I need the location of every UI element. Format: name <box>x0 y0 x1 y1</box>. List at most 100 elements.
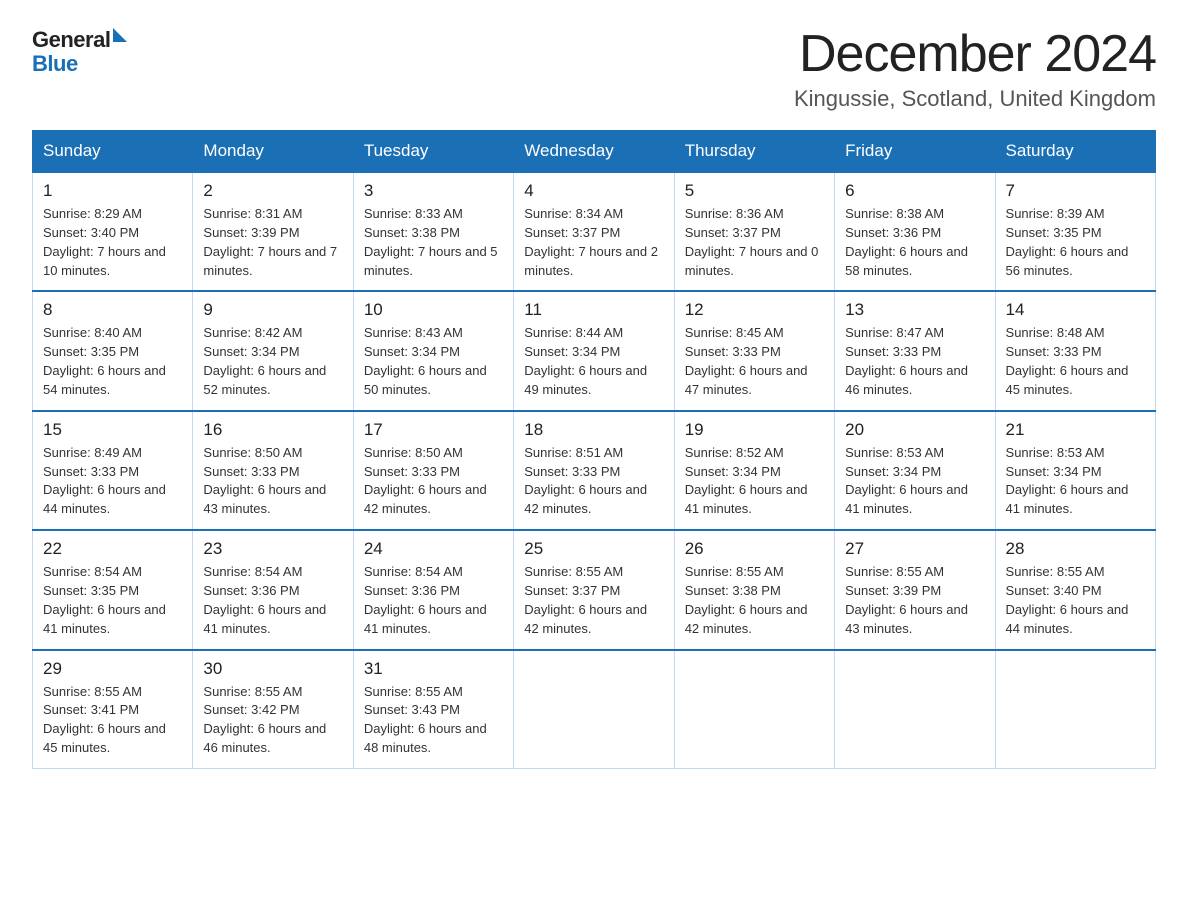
header-day-tuesday: Tuesday <box>353 131 513 173</box>
calendar-cell: 9 Sunrise: 8:42 AMSunset: 3:34 PMDayligh… <box>193 291 353 410</box>
calendar-cell: 17 Sunrise: 8:50 AMSunset: 3:33 PMDaylig… <box>353 411 513 530</box>
day-number: 1 <box>43 181 182 201</box>
calendar-cell: 12 Sunrise: 8:45 AMSunset: 3:33 PMDaylig… <box>674 291 834 410</box>
day-info: Sunrise: 8:55 AMSunset: 3:40 PMDaylight:… <box>1006 563 1145 638</box>
logo-blue: Blue <box>32 52 78 76</box>
day-number: 19 <box>685 420 824 440</box>
page-header: General Blue December 2024 Kingussie, Sc… <box>32 24 1156 112</box>
day-info: Sunrise: 8:29 AMSunset: 3:40 PMDaylight:… <box>43 205 182 280</box>
day-number: 16 <box>203 420 342 440</box>
day-info: Sunrise: 8:54 AMSunset: 3:35 PMDaylight:… <box>43 563 182 638</box>
day-number: 20 <box>845 420 984 440</box>
day-number: 17 <box>364 420 503 440</box>
day-number: 11 <box>524 300 663 320</box>
calendar-title: December 2024 <box>794 24 1156 84</box>
day-info: Sunrise: 8:54 AMSunset: 3:36 PMDaylight:… <box>364 563 503 638</box>
day-info: Sunrise: 8:33 AMSunset: 3:38 PMDaylight:… <box>364 205 503 280</box>
calendar-cell: 13 Sunrise: 8:47 AMSunset: 3:33 PMDaylig… <box>835 291 995 410</box>
calendar-week-row: 22 Sunrise: 8:54 AMSunset: 3:35 PMDaylig… <box>33 530 1156 649</box>
day-info: Sunrise: 8:40 AMSunset: 3:35 PMDaylight:… <box>43 324 182 399</box>
calendar-cell: 21 Sunrise: 8:53 AMSunset: 3:34 PMDaylig… <box>995 411 1155 530</box>
day-number: 21 <box>1006 420 1145 440</box>
day-info: Sunrise: 8:39 AMSunset: 3:35 PMDaylight:… <box>1006 205 1145 280</box>
header-day-wednesday: Wednesday <box>514 131 674 173</box>
calendar-cell: 25 Sunrise: 8:55 AMSunset: 3:37 PMDaylig… <box>514 530 674 649</box>
calendar-cell: 1 Sunrise: 8:29 AMSunset: 3:40 PMDayligh… <box>33 172 193 291</box>
day-info: Sunrise: 8:55 AMSunset: 3:39 PMDaylight:… <box>845 563 984 638</box>
header-day-monday: Monday <box>193 131 353 173</box>
day-number: 15 <box>43 420 182 440</box>
day-info: Sunrise: 8:49 AMSunset: 3:33 PMDaylight:… <box>43 444 182 519</box>
calendar-cell: 4 Sunrise: 8:34 AMSunset: 3:37 PMDayligh… <box>514 172 674 291</box>
calendar-cell: 31 Sunrise: 8:55 AMSunset: 3:43 PMDaylig… <box>353 650 513 769</box>
calendar-cell: 19 Sunrise: 8:52 AMSunset: 3:34 PMDaylig… <box>674 411 834 530</box>
calendar-header-row: SundayMondayTuesdayWednesdayThursdayFrid… <box>33 131 1156 173</box>
day-info: Sunrise: 8:55 AMSunset: 3:38 PMDaylight:… <box>685 563 824 638</box>
day-number: 12 <box>685 300 824 320</box>
day-number: 13 <box>845 300 984 320</box>
day-info: Sunrise: 8:36 AMSunset: 3:37 PMDaylight:… <box>685 205 824 280</box>
day-number: 3 <box>364 181 503 201</box>
calendar-cell: 18 Sunrise: 8:51 AMSunset: 3:33 PMDaylig… <box>514 411 674 530</box>
logo-general: General <box>32 28 110 52</box>
day-number: 22 <box>43 539 182 559</box>
day-number: 30 <box>203 659 342 679</box>
calendar-week-row: 29 Sunrise: 8:55 AMSunset: 3:41 PMDaylig… <box>33 650 1156 769</box>
day-number: 6 <box>845 181 984 201</box>
day-info: Sunrise: 8:55 AMSunset: 3:37 PMDaylight:… <box>524 563 663 638</box>
calendar-cell: 24 Sunrise: 8:54 AMSunset: 3:36 PMDaylig… <box>353 530 513 649</box>
day-number: 24 <box>364 539 503 559</box>
day-info: Sunrise: 8:52 AMSunset: 3:34 PMDaylight:… <box>685 444 824 519</box>
day-info: Sunrise: 8:43 AMSunset: 3:34 PMDaylight:… <box>364 324 503 399</box>
calendar-cell: 27 Sunrise: 8:55 AMSunset: 3:39 PMDaylig… <box>835 530 995 649</box>
day-info: Sunrise: 8:48 AMSunset: 3:33 PMDaylight:… <box>1006 324 1145 399</box>
calendar-cell <box>835 650 995 769</box>
calendar-cell: 26 Sunrise: 8:55 AMSunset: 3:38 PMDaylig… <box>674 530 834 649</box>
calendar-cell <box>514 650 674 769</box>
day-number: 7 <box>1006 181 1145 201</box>
day-number: 26 <box>685 539 824 559</box>
day-info: Sunrise: 8:31 AMSunset: 3:39 PMDaylight:… <box>203 205 342 280</box>
day-number: 5 <box>685 181 824 201</box>
calendar-cell: 11 Sunrise: 8:44 AMSunset: 3:34 PMDaylig… <box>514 291 674 410</box>
header-day-sunday: Sunday <box>33 131 193 173</box>
day-info: Sunrise: 8:51 AMSunset: 3:33 PMDaylight:… <box>524 444 663 519</box>
day-number: 10 <box>364 300 503 320</box>
calendar-cell: 22 Sunrise: 8:54 AMSunset: 3:35 PMDaylig… <box>33 530 193 649</box>
calendar-table: SundayMondayTuesdayWednesdayThursdayFrid… <box>32 130 1156 769</box>
calendar-subtitle: Kingussie, Scotland, United Kingdom <box>794 86 1156 112</box>
day-info: Sunrise: 8:45 AMSunset: 3:33 PMDaylight:… <box>685 324 824 399</box>
day-number: 25 <box>524 539 663 559</box>
calendar-cell: 15 Sunrise: 8:49 AMSunset: 3:33 PMDaylig… <box>33 411 193 530</box>
calendar-cell: 30 Sunrise: 8:55 AMSunset: 3:42 PMDaylig… <box>193 650 353 769</box>
calendar-body: 1 Sunrise: 8:29 AMSunset: 3:40 PMDayligh… <box>33 172 1156 768</box>
calendar-cell <box>995 650 1155 769</box>
logo-triangle-icon <box>113 28 127 42</box>
day-number: 27 <box>845 539 984 559</box>
day-info: Sunrise: 8:50 AMSunset: 3:33 PMDaylight:… <box>364 444 503 519</box>
calendar-cell: 28 Sunrise: 8:55 AMSunset: 3:40 PMDaylig… <box>995 530 1155 649</box>
header-day-saturday: Saturday <box>995 131 1155 173</box>
day-info: Sunrise: 8:38 AMSunset: 3:36 PMDaylight:… <box>845 205 984 280</box>
day-number: 18 <box>524 420 663 440</box>
calendar-header: SundayMondayTuesdayWednesdayThursdayFrid… <box>33 131 1156 173</box>
calendar-week-row: 8 Sunrise: 8:40 AMSunset: 3:35 PMDayligh… <box>33 291 1156 410</box>
day-info: Sunrise: 8:50 AMSunset: 3:33 PMDaylight:… <box>203 444 342 519</box>
calendar-cell: 20 Sunrise: 8:53 AMSunset: 3:34 PMDaylig… <box>835 411 995 530</box>
calendar-cell: 29 Sunrise: 8:55 AMSunset: 3:41 PMDaylig… <box>33 650 193 769</box>
calendar-cell: 5 Sunrise: 8:36 AMSunset: 3:37 PMDayligh… <box>674 172 834 291</box>
day-info: Sunrise: 8:53 AMSunset: 3:34 PMDaylight:… <box>1006 444 1145 519</box>
day-info: Sunrise: 8:55 AMSunset: 3:43 PMDaylight:… <box>364 683 503 758</box>
calendar-cell: 7 Sunrise: 8:39 AMSunset: 3:35 PMDayligh… <box>995 172 1155 291</box>
day-info: Sunrise: 8:42 AMSunset: 3:34 PMDaylight:… <box>203 324 342 399</box>
calendar-cell <box>674 650 834 769</box>
day-info: Sunrise: 8:34 AMSunset: 3:37 PMDaylight:… <box>524 205 663 280</box>
day-number: 31 <box>364 659 503 679</box>
header-day-thursday: Thursday <box>674 131 834 173</box>
calendar-cell: 8 Sunrise: 8:40 AMSunset: 3:35 PMDayligh… <box>33 291 193 410</box>
day-number: 28 <box>1006 539 1145 559</box>
day-number: 2 <box>203 181 342 201</box>
title-block: December 2024 Kingussie, Scotland, Unite… <box>794 24 1156 112</box>
calendar-week-row: 15 Sunrise: 8:49 AMSunset: 3:33 PMDaylig… <box>33 411 1156 530</box>
day-info: Sunrise: 8:54 AMSunset: 3:36 PMDaylight:… <box>203 563 342 638</box>
